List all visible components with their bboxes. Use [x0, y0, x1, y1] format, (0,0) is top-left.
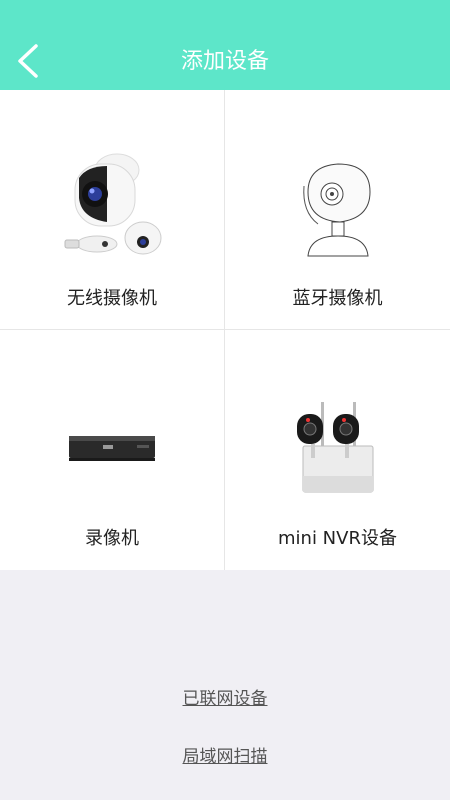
wireless-camera-image — [64, 153, 162, 255]
mini-nvr-image — [296, 402, 373, 493]
bluetooth-camera-image — [302, 163, 371, 257]
device-label: 蓝牙摄像机 — [292, 288, 383, 309]
recorder-image — [69, 436, 155, 461]
device-item-mini-nvr[interactable]: mini NVR设备 — [225, 330, 450, 570]
page-title: 添加设备 — [180, 49, 269, 74]
device-item-recorder[interactable]: 录像机 — [0, 330, 225, 570]
lan-scan-link[interactable]: 局域网扫描 — [0, 742, 450, 767]
device-item-bluetooth-camera[interactable]: 蓝牙摄像机 — [225, 90, 450, 330]
app-header: 添加设备 — [0, 0, 450, 90]
device-label: 无线摄像机 — [67, 288, 157, 309]
device-label: 录像机 — [85, 528, 139, 549]
device-grid: 无线摄像机 蓝牙摄像机 录像机 mini NVR设备 — [0, 90, 450, 570]
device-label: mini NVR设备 — [278, 528, 397, 549]
networked-devices-link[interactable]: 已联网设备 — [0, 684, 450, 709]
device-item-wireless-camera[interactable]: 无线摄像机 — [0, 90, 225, 330]
